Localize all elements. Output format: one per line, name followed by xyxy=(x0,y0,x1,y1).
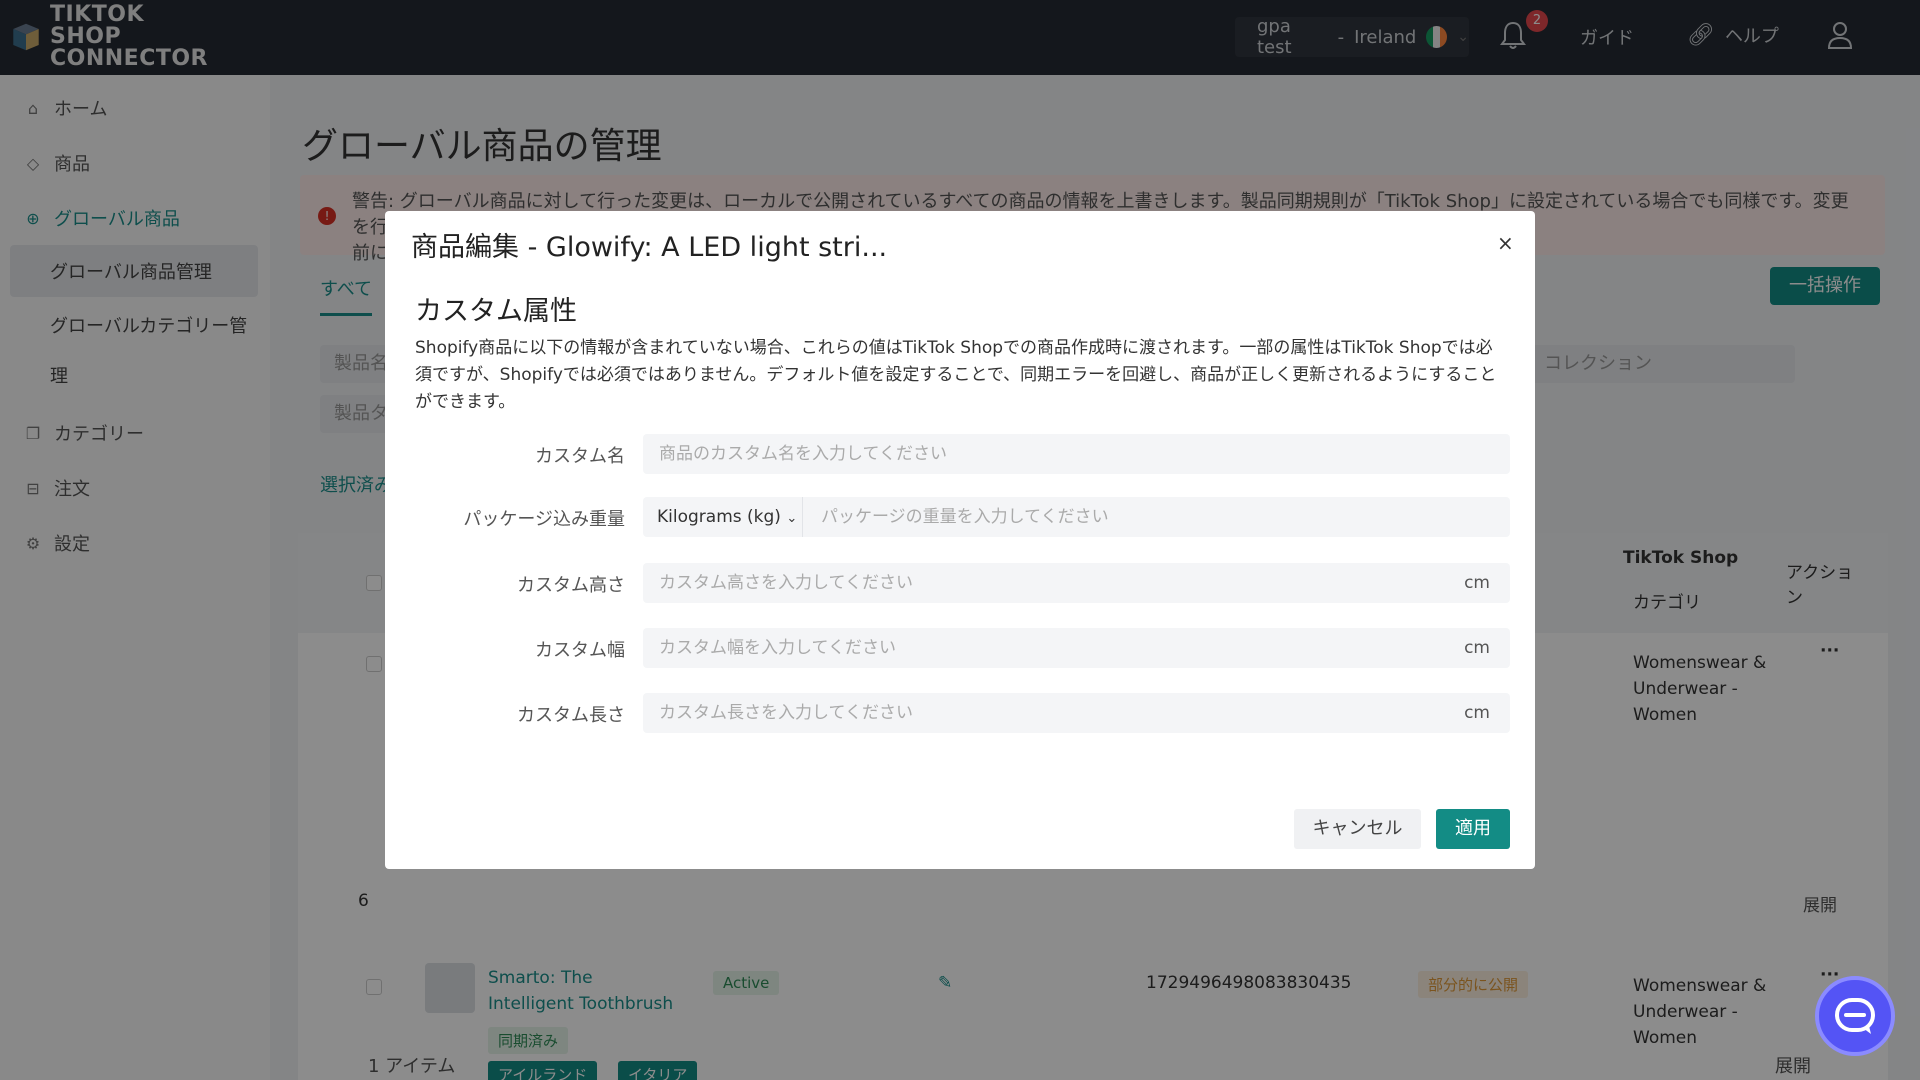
custom-width-placeholder: カスタム幅を入力してください xyxy=(659,638,896,658)
custom-name-label: カスタム名 xyxy=(535,446,625,467)
custom-length-label: カスタム長さ xyxy=(517,705,625,726)
custom-height-label: カスタム高さ xyxy=(517,575,625,596)
chat-icon xyxy=(1835,998,1875,1034)
section-title: カスタム属性 xyxy=(415,296,577,327)
height-unit: cm xyxy=(1464,573,1490,593)
custom-name-row: カスタム名 商品のカスタム名を入力してください xyxy=(385,434,1535,474)
modal-title: 商品編集 - Glowify: A LED light stri... xyxy=(411,232,888,263)
custom-name-placeholder: 商品のカスタム名を入力してください xyxy=(659,444,947,464)
width-unit: cm xyxy=(1464,638,1490,658)
package-weight-placeholder: パッケージの重量を入力してください xyxy=(821,507,1109,527)
custom-height-placeholder: カスタム高さを入力してください xyxy=(659,573,913,593)
custom-length-row: カスタム長さ カスタム長さを入力してください cm xyxy=(385,693,1535,733)
weight-unit-value: Kilograms (kg) xyxy=(657,507,781,527)
custom-height-input[interactable]: カスタム高さを入力してください cm xyxy=(643,563,1510,603)
custom-width-input[interactable]: カスタム幅を入力してください cm xyxy=(643,628,1510,668)
weight-unit-select[interactable]: Kilograms (kg) ⌄ xyxy=(643,497,803,537)
custom-name-input[interactable]: 商品のカスタム名を入力してください xyxy=(643,434,1510,474)
edit-product-modal: 商品編集 - Glowify: A LED light stri... × カス… xyxy=(385,211,1535,869)
close-icon[interactable]: × xyxy=(1497,231,1514,255)
chat-support-button[interactable] xyxy=(1815,976,1895,1056)
chevron-down-icon: ⌄ xyxy=(786,511,798,526)
custom-length-placeholder: カスタム長さを入力してください xyxy=(659,703,913,723)
custom-height-row: カスタム高さ カスタム高さを入力してください cm xyxy=(385,563,1535,603)
apply-button[interactable]: 適用 xyxy=(1436,809,1510,849)
package-weight-row: パッケージ込み重量 Kilograms (kg) ⌄ パッケージの重量を入力して… xyxy=(385,497,1535,537)
custom-length-input[interactable]: カスタム長さを入力してください cm xyxy=(643,693,1510,733)
cancel-button[interactable]: キャンセル xyxy=(1294,809,1421,849)
custom-width-label: カスタム幅 xyxy=(535,640,625,661)
package-weight-label: パッケージ込み重量 xyxy=(463,509,625,530)
package-weight-input[interactable]: Kilograms (kg) ⌄ パッケージの重量を入力してください xyxy=(643,497,1510,537)
custom-width-row: カスタム幅 カスタム幅を入力してください cm xyxy=(385,628,1535,668)
section-description: Shopify商品に以下の情報が含まれていない場合、これらの値はTikTok S… xyxy=(415,338,1497,412)
length-unit: cm xyxy=(1464,703,1490,723)
